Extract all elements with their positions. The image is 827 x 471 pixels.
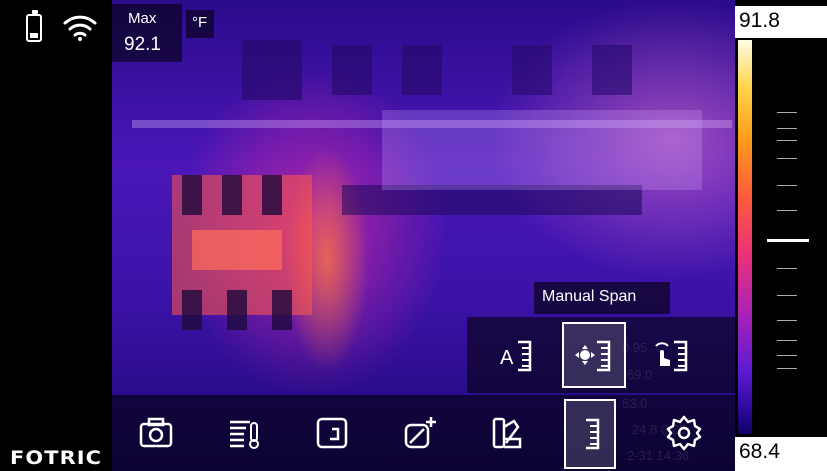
svg-text:A: A [500, 347, 514, 369]
image-mode-icon [316, 417, 348, 449]
max-label: Max [128, 10, 157, 27]
brand-logo: FOTRIC [10, 447, 103, 469]
auto-span-button[interactable]: A [485, 322, 549, 388]
scale-tick [777, 320, 797, 321]
scale-tick [777, 140, 797, 141]
scale-tick [777, 368, 797, 369]
scale-tick [777, 112, 797, 113]
span-top-text: 91.8 [739, 9, 780, 32]
unit-toggle[interactable]: °F [186, 10, 214, 38]
camera-button[interactable] [126, 395, 186, 471]
gear-icon [666, 415, 702, 451]
span-level-handle[interactable] [767, 239, 809, 242]
camera-icon [139, 417, 173, 448]
max-reading: Max 92.1 [112, 4, 182, 62]
bottom-toolbar [112, 395, 735, 471]
span-tooltip-text: Manual Span [542, 288, 637, 305]
palette-icon [492, 417, 522, 449]
add-analysis-button[interactable] [390, 395, 450, 471]
wifi-icon [63, 15, 97, 41]
touch-span-button[interactable] [639, 322, 703, 388]
scale-tick [777, 340, 797, 341]
span-tooltip: Manual Span [534, 282, 670, 314]
thermal-camera-screen: 0.95 69.0 53.0 24.8 0.25 2-31 14:36 FOTR… [0, 0, 827, 471]
scale-tick [777, 210, 797, 211]
touch-span-icon [655, 340, 688, 372]
add-analysis-icon [404, 417, 436, 449]
span-bottom-text: 68.4 [739, 440, 780, 463]
auto-span-icon: A [500, 340, 532, 372]
span-top-value[interactable]: 91.8 [735, 6, 827, 38]
manual-span-icon [575, 340, 611, 372]
unit-label: °F [192, 14, 208, 31]
measure-list-button[interactable] [214, 395, 274, 471]
measure-list-icon [230, 420, 259, 449]
settings-button[interactable] [654, 395, 714, 471]
span-button[interactable] [564, 399, 616, 469]
palette-button[interactable] [478, 395, 538, 471]
battery-icon [26, 10, 42, 42]
scale-tick [777, 158, 797, 159]
scale-tick [777, 185, 797, 186]
scale-tick [777, 295, 797, 296]
span-mode-menu: A [467, 317, 735, 393]
image-mode-button[interactable] [302, 395, 362, 471]
scale-tick [777, 128, 797, 129]
left-status-bar: FOTRIC [0, 0, 112, 471]
palette-gradient [738, 40, 752, 434]
scale-tick [777, 268, 797, 269]
manual-span-button[interactable] [562, 322, 626, 388]
scale-tick [777, 355, 797, 356]
span-bottom-value[interactable]: 68.4 [735, 437, 827, 471]
span-icon [586, 418, 600, 450]
palette-scale: 91.8 68.4 [735, 0, 827, 471]
max-value: 92.1 [124, 34, 161, 55]
